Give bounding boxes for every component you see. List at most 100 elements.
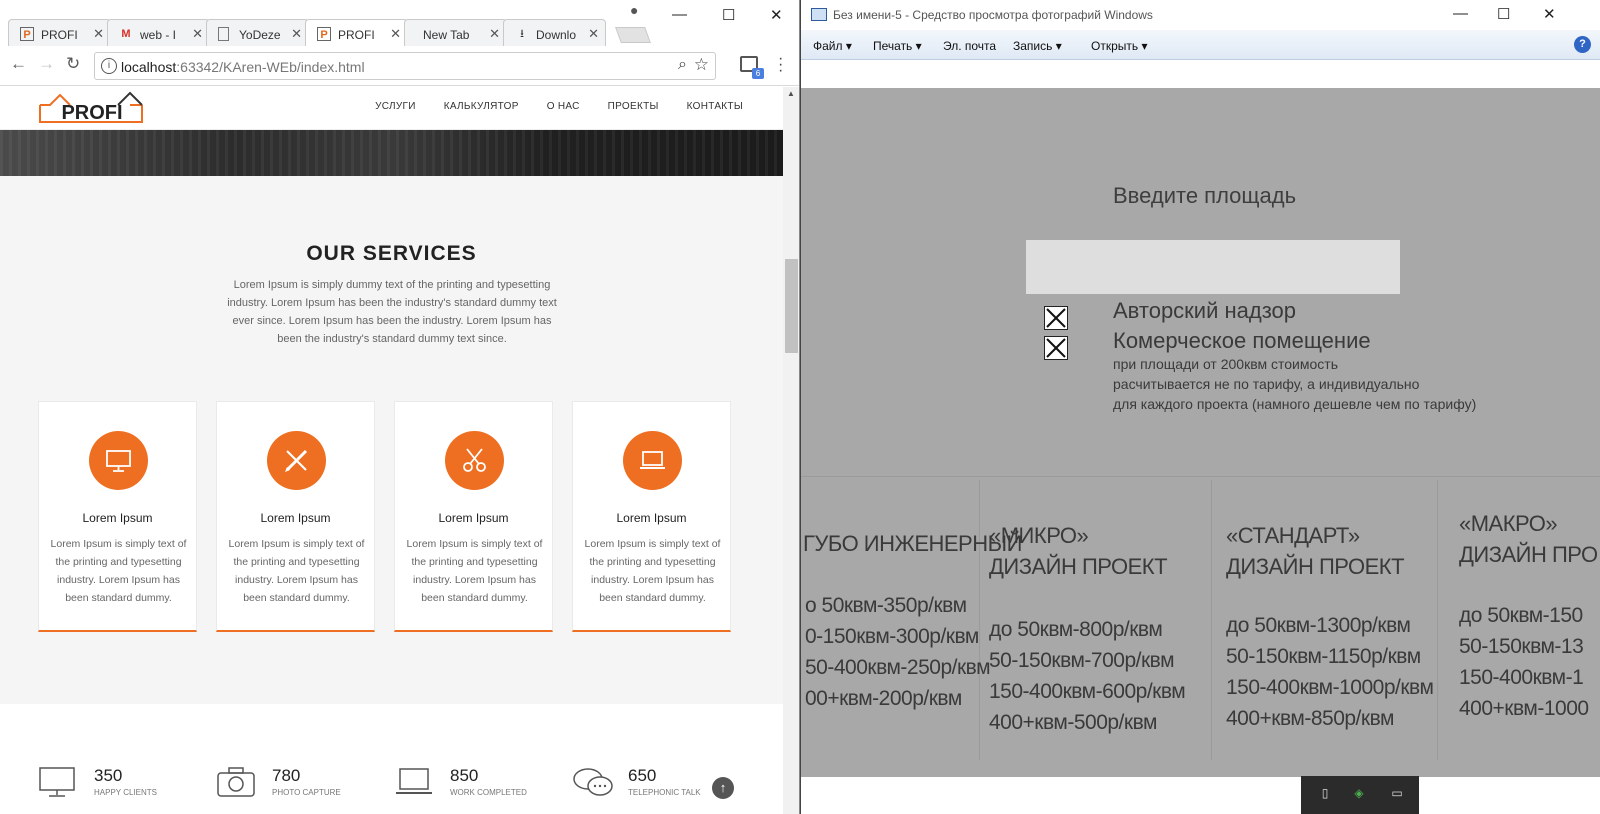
maximize-button[interactable]: ☐: [722, 6, 735, 24]
viewer-title: Без имени-5 - Средство просмотра фотогра…: [833, 8, 1153, 22]
minimize-button[interactable]: —: [672, 6, 687, 23]
viewer-canvas: Введите площадь Авторский надзор Комерче…: [801, 60, 1600, 814]
site-header: PROFI УСЛУГИ КАЛЬКУЛЯТОР О НАС ПРОЕКТЫ К…: [0, 87, 783, 130]
column-2-prices: до 50квм-800р/квм 50-150квм-700р/квм 150…: [989, 618, 1186, 734]
camera-icon: [217, 767, 255, 797]
service-card-title: Lorem Ipsum: [82, 511, 153, 525]
table-top-border: [801, 476, 1600, 477]
service-card-text: Lorem Ipsum is simply text of the printi…: [50, 538, 187, 604]
service-card[interactable]: Lorem Ipsum Lorem Ipsum is simply text o…: [394, 401, 553, 632]
option-supervision-label: Авторский надзор: [1113, 298, 1297, 323]
area-heading: Введите площадь: [1113, 183, 1297, 208]
tab-close-icon[interactable]: ✕: [291, 26, 302, 42]
display-icon[interactable]: ▭: [1389, 786, 1405, 802]
scroll-to-top-button[interactable]: ↑: [712, 777, 734, 799]
stat-label: PHOTO CAPTURE: [272, 788, 341, 797]
browser-toolbar: ← → ↻ i localhost:63342/KAren-WEb/index.…: [0, 46, 799, 86]
close-window-button[interactable]: ✕: [770, 6, 783, 24]
column-4-prices: до 50квм-150 50-150квм-13 150-400квм-1 4…: [1459, 604, 1589, 720]
close-window-button[interactable]: ✕: [1543, 5, 1556, 23]
monitor-icon: [39, 767, 75, 797]
shield-icon[interactable]: ◈: [1351, 786, 1367, 802]
stat-label: WORK COMPLETED: [450, 788, 527, 797]
service-card[interactable]: Lorem Ipsum Lorem Ipsum is simply text o…: [572, 401, 731, 632]
nav-about[interactable]: О НАС: [547, 101, 580, 112]
service-card-text: Lorem Ipsum is simply text of the printi…: [228, 538, 365, 604]
chat-icon: [573, 768, 613, 796]
download-icon: ⭳: [520, 28, 524, 40]
maximize-button[interactable]: ☐: [1497, 5, 1510, 23]
tab-label: PROFI: [338, 28, 375, 42]
stat-number: 650: [628, 766, 657, 785]
nav-calculator[interactable]: КАЛЬКУЛЯТОР: [444, 101, 519, 112]
menu-burn[interactable]: Запись ▾: [1013, 39, 1062, 53]
tab-profi-1[interactable]: P PROFI ✕: [8, 19, 111, 46]
profile-icon[interactable]: ●: [630, 2, 638, 18]
tab-label: PROFI: [41, 28, 78, 42]
minimize-button[interactable]: —: [1453, 5, 1468, 22]
tab-downloads[interactable]: ⭳ Downlo ✕: [503, 19, 606, 46]
tab-label: Downlo: [536, 28, 577, 42]
logo-text: PROFI: [61, 102, 122, 124]
tab-close-icon[interactable]: ✕: [192, 26, 203, 42]
scissors-icon: [445, 431, 504, 490]
back-arrow-icon[interactable]: ←: [10, 54, 27, 74]
service-card[interactable]: Lorem Ipsum Lorem Ipsum is simply text o…: [38, 401, 197, 632]
services-description: Lorem Ipsum is simply dummy text of the …: [227, 279, 557, 345]
tab-close-icon[interactable]: ✕: [588, 26, 599, 42]
scroll-up-arrow-icon[interactable]: ▲: [787, 89, 795, 98]
menu-kebab-icon[interactable]: · · ·: [778, 51, 783, 79]
tab-gmail[interactable]: M web - I ✕: [107, 19, 210, 46]
column-4-head: «МАКРО» ДИЗАЙН ПРО: [1459, 511, 1598, 567]
forward-arrow-icon[interactable]: →: [38, 54, 55, 74]
viewer-titlebar: Без имени-5 - Средство просмотра фотогра…: [801, 0, 1600, 30]
info-icon[interactable]: i: [101, 58, 117, 74]
nav-services[interactable]: УСЛУГИ: [375, 101, 416, 112]
usb-icon[interactable]: ▯: [1317, 786, 1333, 802]
service-card[interactable]: Lorem Ipsum Lorem Ipsum is simply text o…: [216, 401, 375, 632]
scrollbar-thumb[interactable]: [785, 259, 798, 353]
services-title: OUR SERVICES: [306, 242, 477, 265]
displayed-image: Введите площадь Авторский надзор Комерче…: [801, 88, 1600, 777]
tab-close-icon[interactable]: ✕: [390, 26, 401, 42]
option-commercial-label: Комерческое помещение: [1113, 328, 1371, 353]
stat-number: 780: [272, 766, 301, 785]
column-divider: [1437, 480, 1438, 760]
column-divider: [1211, 480, 1212, 760]
new-tab-button[interactable]: [615, 27, 651, 43]
photo-viewer-window: Без имени-5 - Средство просмотра фотогра…: [800, 0, 1600, 814]
zoom-icon[interactable]: ⌕: [678, 56, 687, 74]
tab-yodeze[interactable]: YoDeze ✕: [206, 19, 309, 46]
tab-close-icon[interactable]: ✕: [93, 26, 104, 42]
menu-open[interactable]: Открыть ▾: [1091, 39, 1148, 53]
tab-new-tab[interactable]: New Tab ✕: [404, 19, 507, 46]
menu-print[interactable]: Печать ▾: [873, 39, 922, 53]
pencil-ruler-icon: [267, 431, 326, 490]
stat-label: HAPPY CLIENTS: [94, 788, 157, 797]
nav-contacts[interactable]: КОНТАКТЫ: [687, 101, 743, 112]
menu-file[interactable]: Файл ▾: [813, 39, 852, 53]
menu-email[interactable]: Эл. почта: [943, 39, 996, 53]
page-scrollbar[interactable]: ▲: [783, 87, 799, 814]
address-bar[interactable]: i localhost:63342/KAren-WEb/index.html ⌕…: [94, 52, 716, 80]
tab-profi-active[interactable]: P PROFI ✕: [305, 19, 408, 47]
service-card-title: Lorem Ipsum: [260, 511, 331, 525]
document-icon: [218, 27, 229, 41]
extension-badge: 6: [752, 68, 764, 79]
bookmark-star-icon[interactable]: ☆: [694, 55, 709, 75]
stat-number: 350: [94, 766, 123, 785]
help-icon[interactable]: ?: [1574, 36, 1591, 53]
tab-strip: P PROFI ✕ M web - I ✕ YoDeze ✕ P PROFI ✕…: [0, 0, 799, 47]
monitor-icon: [89, 431, 148, 490]
checkbox-commercial: [1044, 336, 1068, 360]
stats-section: 350 HAPPY CLIENTS 780 PHOTO CAPTURE 850 …: [0, 704, 783, 814]
tab-label: New Tab: [423, 28, 470, 42]
reload-icon[interactable]: ↻: [66, 54, 80, 74]
tab-label: YoDeze: [239, 28, 281, 42]
profi-logo[interactable]: PROFI: [38, 89, 146, 124]
nav-projects[interactable]: ПРОЕКТЫ: [608, 101, 659, 112]
tab-close-icon[interactable]: ✕: [489, 26, 500, 42]
service-card-text: Lorem Ipsum is simply text of the printi…: [584, 538, 721, 604]
viewer-menu-bar: Файл ▾ Печать ▾ Эл. почта Запись ▾ Откры…: [801, 30, 1600, 60]
service-card-title: Lorem Ipsum: [616, 511, 687, 525]
